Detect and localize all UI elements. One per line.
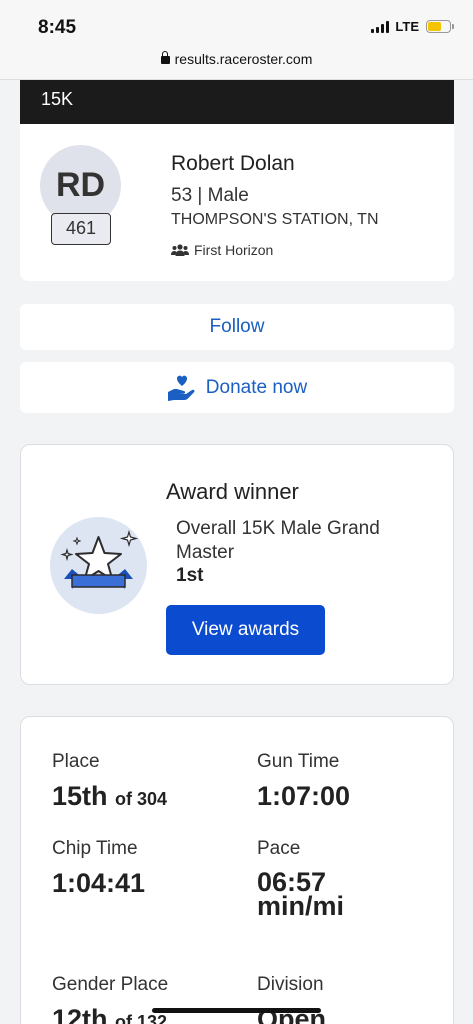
gun-time-label: Gun Time: [257, 751, 340, 772]
stat-chip-time: Chip Time 1:04:41: [52, 838, 146, 898]
donate-label: Donate now: [205, 376, 308, 398]
chip-time-label: Chip Time: [52, 838, 138, 859]
chip-time-value: 1:04:41: [52, 868, 146, 898]
participant-name: Robert Dolan: [171, 152, 295, 175]
status-time: 8:45: [38, 17, 77, 38]
pace-value: 06:57 min/mi: [257, 867, 345, 921]
division-label: Division: [257, 974, 324, 995]
gender-place-value: 12th of 132: [52, 1004, 168, 1024]
network-label: LTE: [395, 19, 419, 34]
participant-city: THOMPSON'S STATION, TN: [171, 211, 379, 228]
home-indicator[interactable]: [152, 1008, 321, 1013]
gun-time-value: 1:07:00: [257, 781, 351, 811]
award-card: Award winner Overall 15K Male Grand Mast…: [20, 444, 454, 685]
place-value: 15th of 304: [52, 781, 168, 811]
browser-top-bar: 8:45 LTE results.raceroster.com: [0, 0, 473, 80]
view-awards-button[interactable]: View awards: [166, 605, 325, 655]
age-gender: 53 | Male: [171, 185, 249, 206]
users-icon: [171, 244, 189, 256]
award-category: Overall 15K Male Grand Master: [176, 518, 380, 563]
stat-gender-place: Gender Place 12th of 132: [52, 974, 168, 1024]
lock-icon: [160, 51, 170, 64]
race-name-header: 15K: [20, 80, 454, 124]
follow-button[interactable]: Follow: [20, 304, 454, 350]
award-title: Award winner: [166, 479, 299, 504]
stat-division: Division Open: [257, 974, 326, 1024]
status-indicators: LTE: [371, 19, 454, 34]
stat-gun-time: Gun Time 1:07:00: [257, 751, 351, 811]
award-star-icon: [50, 517, 147, 614]
battery-icon: [426, 20, 454, 33]
pace-label: Pace: [257, 838, 301, 859]
donate-hand-heart-icon: [167, 375, 195, 401]
signal-icon: [371, 20, 390, 33]
donate-button[interactable]: Donate now: [20, 362, 454, 413]
bib-number: 461: [51, 213, 111, 245]
place-label: Place: [52, 751, 100, 772]
stat-pace: Pace 06:57 min/mi: [257, 838, 345, 921]
results-card: Place 15th of 304 Gun Time 1:07:00 Chip …: [20, 716, 454, 1024]
url-text: results.raceroster.com: [174, 51, 313, 67]
participant-card: RD 461 Robert Dolan 53 | Male THOMPSON'S…: [20, 124, 454, 281]
team-name: First Horizon: [194, 242, 274, 258]
team-info: First Horizon: [171, 242, 273, 258]
gender-place-label: Gender Place: [52, 974, 169, 995]
award-place: 1st: [176, 565, 204, 586]
stat-place: Place 15th of 304: [52, 751, 167, 812]
address-bar[interactable]: results.raceroster.com: [0, 51, 473, 67]
